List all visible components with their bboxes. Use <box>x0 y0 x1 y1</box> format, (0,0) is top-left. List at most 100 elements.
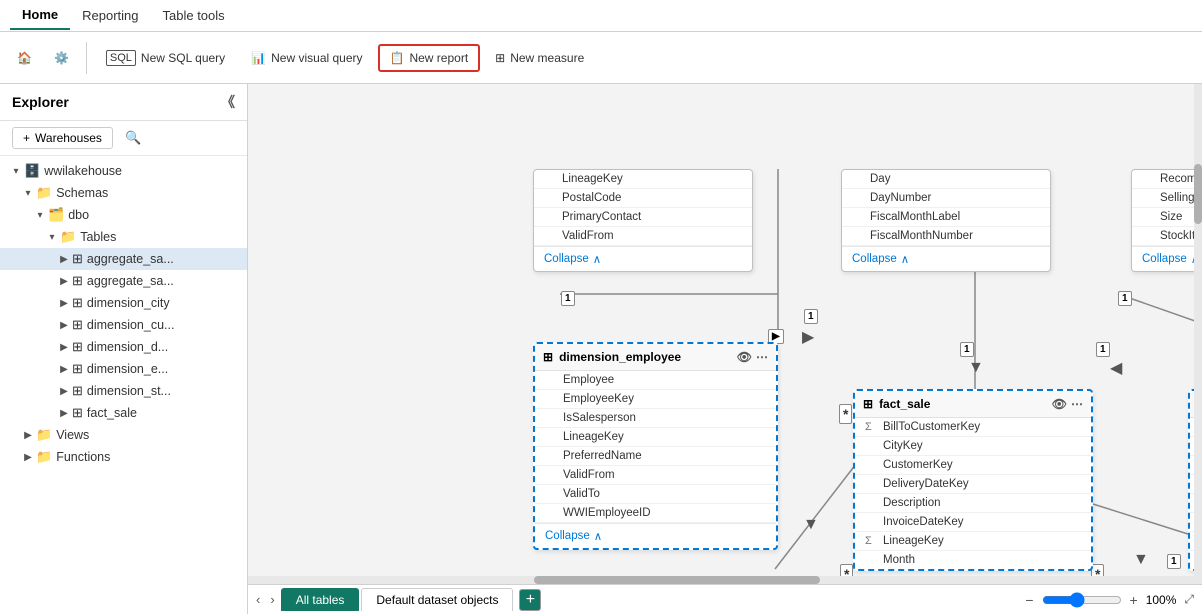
tree-expand-icon[interactable]: ▶ <box>56 386 72 397</box>
tree-item-functions[interactable]: ▶ 📁 Functions <box>0 446 247 468</box>
fit-view-button[interactable]: ⤢ <box>1180 590 1198 609</box>
add-tab-button[interactable]: + <box>519 589 541 611</box>
tree-expand-icon[interactable]: ▶ <box>56 254 72 265</box>
arrow-down-employee: ▼ <box>803 516 819 534</box>
tree-expand-icon[interactable]: ▶ <box>20 452 36 463</box>
tree-item-dimension-d[interactable]: ▶ ⊞ dimension_d... <box>0 336 247 358</box>
home-icon-btn[interactable]: 🏠 <box>8 46 41 70</box>
rel-1-center-top: 1 <box>804 309 818 324</box>
zoom-out-button[interactable]: − <box>1021 590 1037 610</box>
nav-tab-reporting[interactable]: Reporting <box>70 2 150 29</box>
field-sellingpackage: SellingPackage <box>1132 189 1202 208</box>
card-fact-sale-header: ⊞ fact_sale 👁 ⋯ <box>855 391 1091 418</box>
sidebar-header-icons: 《 <box>221 92 235 112</box>
tree-expand-icon[interactable]: ▶ <box>56 364 72 375</box>
new-report-button[interactable]: 📋 New report <box>378 44 481 72</box>
tree-item-aggregate-sa-1[interactable]: ▶ ⊞ aggregate_sa... <box>0 248 247 270</box>
tree-item-tables[interactable]: ▾ 📁 Tables <box>0 226 247 248</box>
preview-icon-fact[interactable]: 👁 <box>1052 397 1067 411</box>
more-icon[interactable]: ⋯ <box>756 350 768 364</box>
zoom-slider[interactable] <box>1042 592 1122 608</box>
rel-star-left: * <box>839 404 852 424</box>
table-icon: ⊞ <box>72 317 83 333</box>
tab-default-dataset[interactable]: Default dataset objects <box>361 588 513 611</box>
collapse-sidebar-icon[interactable]: 《 <box>221 92 235 112</box>
nav-tab-home[interactable]: Home <box>10 1 70 30</box>
tree-item-wwilakehouse[interactable]: ▾ 🗄️ wwilakehouse <box>0 160 247 182</box>
canvas[interactable]: 1 1 ▶ LineageKey PostalCode PrimaryConta… <box>248 84 1202 576</box>
schema-icon: 🗂️ <box>48 207 64 223</box>
tree-expand-icon[interactable]: ▶ <box>56 408 72 419</box>
tree-expand-icon[interactable]: ▶ <box>56 320 72 331</box>
collapse-top-left[interactable]: Collapse ∧ <box>534 246 752 271</box>
tree-item-dimension-e[interactable]: ▶ ⊞ dimension_e... <box>0 358 247 380</box>
card-dimension-employee: ⊞ dimension_employee 👁 ⋯ Employee Employ… <box>533 342 778 550</box>
canvas-scrollbar-vertical[interactable] <box>1194 84 1202 576</box>
tree-expand-icon[interactable]: ▾ <box>20 188 36 199</box>
card-dimension-employee-header: ⊞ dimension_employee 👁 ⋯ <box>535 344 776 371</box>
more-icon-fact[interactable]: ⋯ <box>1071 397 1083 411</box>
rel-1-fact-city: 1 <box>1167 554 1181 569</box>
canvas-scrollbar-horizontal[interactable] <box>248 576 1202 584</box>
rel-star-employee: * <box>840 564 853 576</box>
tree-expand-icon[interactable]: ▾ <box>44 232 60 243</box>
new-measure-button[interactable]: ⊞ New measure <box>484 45 595 71</box>
rel-badge-1-topleft: 1 <box>561 291 575 306</box>
arrow-left-badge: ◀ <box>1110 358 1122 378</box>
nav-tab-table-tools[interactable]: Table tools <box>151 2 237 29</box>
tree-item-dimension-st[interactable]: ▶ ⊞ dimension_st... <box>0 380 247 402</box>
measure-icon: ⊞ <box>495 51 505 65</box>
tree-expand-icon[interactable]: ▾ <box>8 166 24 177</box>
collapse-top-center[interactable]: Collapse ∧ <box>842 246 1050 271</box>
folder-icon: 📁 <box>60 229 76 245</box>
rel-badge-1-topright: 1 <box>1118 291 1132 306</box>
card-top-center: Day DayNumber FiscalMonthLabel FiscalMon… <box>841 169 1051 272</box>
field-daynumber: DayNumber <box>842 189 1050 208</box>
tab-all-tables[interactable]: All tables <box>281 588 360 611</box>
folder-icon: 📁 <box>36 449 52 465</box>
preview-icon[interactable]: 👁 <box>737 350 752 364</box>
new-sql-query-button[interactable]: SQL New SQL query <box>95 44 236 72</box>
scroll-right-icon[interactable]: › <box>266 592 278 607</box>
tree-expand-icon[interactable]: ▶ <box>56 276 72 287</box>
scroll-left-icon[interactable]: ‹ <box>252 592 264 607</box>
tree-item-views[interactable]: ▶ 📁 Views <box>0 424 247 446</box>
zoom-in-button[interactable]: + <box>1126 590 1142 610</box>
tree-item-fact-sale[interactable]: ▶ ⊞ fact_sale <box>0 402 247 424</box>
field-stockitem: StockItem <box>1132 227 1202 246</box>
add-icon: + <box>23 131 30 145</box>
tree-expand-icon[interactable]: ▶ <box>20 430 36 441</box>
bottom-tabs: ‹ › All tables Default dataset objects +… <box>248 584 1202 614</box>
top-nav: Home Reporting Table tools <box>0 0 1202 32</box>
field-citykey: CityKey <box>855 437 1091 456</box>
home-icon: 🏠 <box>17 51 32 65</box>
arrow-down-city: ▼ <box>1133 551 1149 569</box>
field-issalesperson: IsSalesperson <box>535 409 776 428</box>
field-postalcode: PostalCode <box>534 189 752 208</box>
settings-icon-btn[interactable]: ⚙️ <box>45 46 78 70</box>
gear-icon: ⚙️ <box>54 51 69 65</box>
tree-item-dimension-city[interactable]: ▶ ⊞ dimension_city <box>0 292 247 314</box>
tree-item-aggregate-sa-2[interactable]: ▶ ⊞ aggregate_sa... <box>0 270 247 292</box>
tree-expand-icon[interactable]: ▶ <box>56 298 72 309</box>
card-top-left: LineageKey PostalCode PrimaryContact Val… <box>533 169 753 272</box>
sidebar-search-icon[interactable]: 🔍 <box>119 127 147 149</box>
new-visual-query-button[interactable]: 📊 New visual query <box>240 45 373 71</box>
rel-1-center: 1 <box>960 342 974 357</box>
warehouses-button[interactable]: + Warehouses <box>12 127 113 149</box>
tree-item-schemas[interactable]: ▾ 📁 Schemas <box>0 182 247 204</box>
collapse-top-right[interactable]: Collapse ∧ <box>1132 246 1202 271</box>
collapse-employee[interactable]: Collapse ∧ <box>535 523 776 548</box>
field-lineagekey-tl: LineageKey <box>534 170 752 189</box>
sidebar: Explorer 《 + Warehouses 🔍 ▾ 🗄️ wwilakeho… <box>0 84 248 614</box>
card-fact-sale: ⊞ fact_sale 👁 ⋯ ΣBillToCustomerKey CityK… <box>853 389 1093 571</box>
field-day: Day <box>842 170 1050 189</box>
tree-item-dimension-cu[interactable]: ▶ ⊞ dimension_cu... <box>0 314 247 336</box>
tree-expand-icon[interactable]: ▶ <box>56 342 72 353</box>
arrow-right-badge: ▶ <box>802 327 814 347</box>
zoom-level: 100% <box>1146 593 1177 607</box>
card-title-employee: dimension_employee <box>559 350 681 364</box>
tree-expand-icon[interactable]: ▾ <box>32 210 48 221</box>
tree-item-dbo[interactable]: ▾ 🗂️ dbo <box>0 204 247 226</box>
table-icon: ⊞ <box>72 273 83 289</box>
